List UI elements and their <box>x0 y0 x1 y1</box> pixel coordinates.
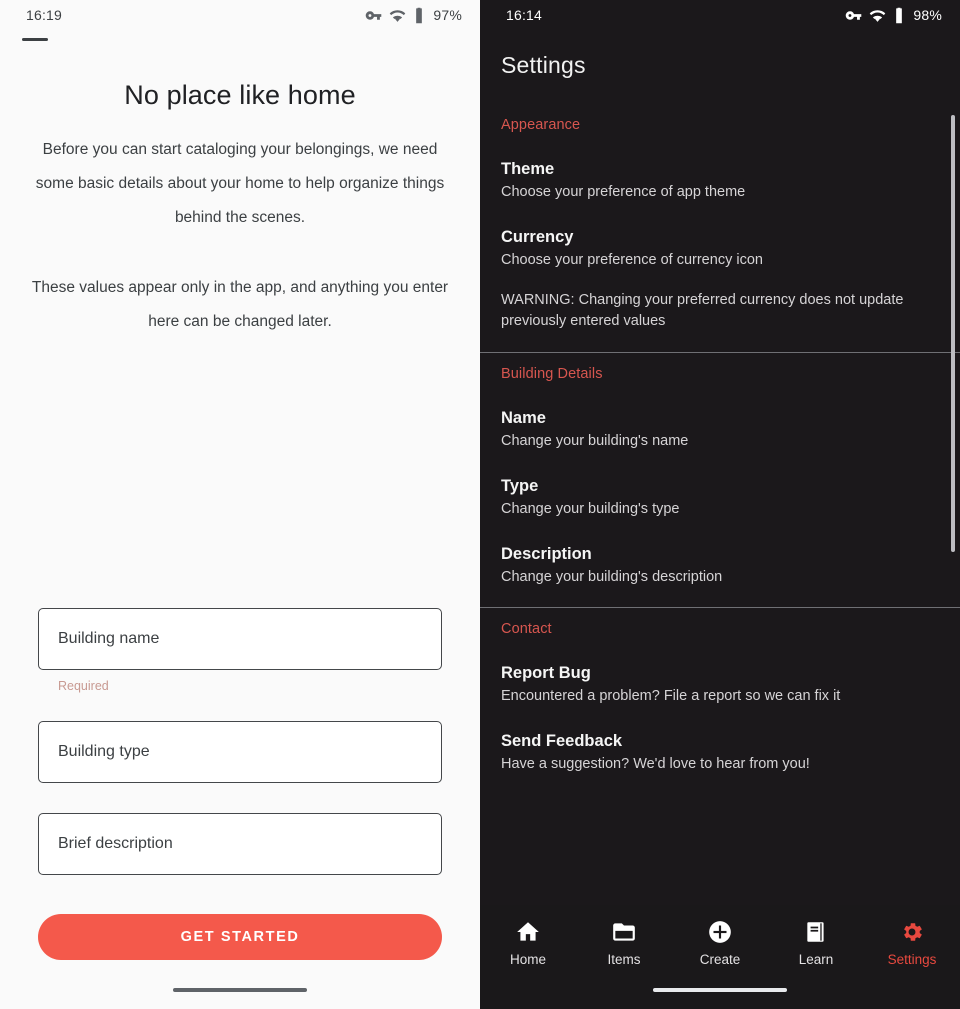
section-header-building-details: Building Details <box>501 366 603 382</box>
setting-desc-send-feedback: Have a suggestion? We'd love to hear fro… <box>501 756 810 772</box>
battery-icon <box>413 7 425 24</box>
wifi-icon <box>389 7 406 24</box>
setting-label-send-feedback: Send Feedback <box>501 732 623 750</box>
home-icon <box>515 919 541 945</box>
gesture-home-bar[interactable] <box>173 988 307 992</box>
gesture-home-bar[interactable] <box>653 988 787 992</box>
building-name-required-hint: Required <box>58 679 109 693</box>
folder-icon <box>611 919 637 945</box>
setting-row-report-bug[interactable]: Report Bug Encountered a problem? File a… <box>501 664 939 706</box>
status-bar-left: 16:19 97% <box>0 0 480 30</box>
section-header-appearance: Appearance <box>501 117 581 133</box>
battery-icon <box>893 7 905 24</box>
book-icon <box>803 919 829 945</box>
setting-desc-name: Change your building's name <box>501 433 689 449</box>
setting-row-name[interactable]: Name Change your building's name <box>501 409 939 451</box>
settings-title: Settings <box>501 52 586 78</box>
currency-warning-text: WARNING: Changing your preferred currenc… <box>501 292 904 329</box>
onboarding-screen: 16:19 97% No place like home Before you … <box>0 0 480 1009</box>
settings-list[interactable]: Appearance Theme Choose your preference … <box>480 103 960 905</box>
setting-row-type[interactable]: Type Change your building's type <box>501 477 939 519</box>
nav-item-learn[interactable]: Learn <box>768 919 864 967</box>
setting-label-report-bug: Report Bug <box>501 664 591 682</box>
setting-row-currency[interactable]: Currency Choose your preference of curre… <box>501 228 939 270</box>
settings-section-building-details: Building Details Name Change your buildi… <box>480 352 960 607</box>
status-bar-right: 16:14 98% <box>480 0 960 30</box>
settings-section-contact: Contact Report Bug Encountered a problem… <box>480 607 960 794</box>
settings-section-appearance: Appearance Theme Choose your preference … <box>480 103 960 352</box>
setting-row-description[interactable]: Description Change your building's descr… <box>501 545 939 587</box>
setting-label-name: Name <box>501 409 546 427</box>
get-started-button[interactable]: GET STARTED <box>38 914 442 960</box>
battery-percent: 98% <box>913 7 942 23</box>
nav-label-create: Create <box>699 952 741 967</box>
setting-desc-description: Change your building's description <box>501 569 723 585</box>
setting-row-theme[interactable]: Theme Choose your preference of app them… <box>501 160 939 202</box>
nav-label-learn: Learn <box>798 952 834 967</box>
building-type-placeholder: Building type <box>58 743 150 760</box>
settings-screen: 16:14 98% Settings Appearance Theme Choo… <box>480 0 960 1009</box>
bottom-navigation-bar: Home Items Create Learn Settings <box>480 905 960 1009</box>
status-clock: 16:19 <box>26 7 63 23</box>
intro-paragraph-1: Before you can start cataloging your bel… <box>35 141 445 226</box>
vpn-key-icon <box>845 7 862 24</box>
nav-item-home[interactable]: Home <box>480 919 576 967</box>
page-title: No place like home <box>124 80 356 110</box>
gear-icon <box>899 919 925 945</box>
nav-item-settings[interactable]: Settings <box>864 919 960 967</box>
setting-desc-type: Change your building's type <box>501 501 680 517</box>
building-name-input[interactable]: Building name <box>38 608 442 670</box>
section-header-contact: Contact <box>501 621 552 637</box>
onboarding-body: No place like home Before you can start … <box>0 30 480 1009</box>
setting-label-type: Type <box>501 477 539 495</box>
nav-label-settings: Settings <box>887 952 937 967</box>
nav-item-create[interactable]: Create <box>672 919 768 967</box>
settings-scrollbar[interactable] <box>951 103 955 905</box>
setting-label-theme: Theme <box>501 160 555 178</box>
vpn-key-icon <box>365 7 382 24</box>
nav-item-items[interactable]: Items <box>576 919 672 967</box>
building-type-input[interactable]: Building type <box>38 721 442 783</box>
nav-label-items: Items <box>607 952 641 967</box>
battery-percent: 97% <box>433 7 462 23</box>
setting-label-description: Description <box>501 545 592 563</box>
onboarding-form: Building name Required Building type Bri… <box>0 608 480 960</box>
setting-desc-currency: Choose your preference of currency icon <box>501 252 763 268</box>
wifi-icon <box>869 7 886 24</box>
status-clock: 16:14 <box>506 7 543 23</box>
nav-label-home: Home <box>509 952 546 967</box>
setting-label-currency: Currency <box>501 228 574 246</box>
dual-screenshot: 16:19 97% No place like home Before you … <box>0 0 960 1009</box>
setting-desc-report-bug: Encountered a problem? File a report so … <box>501 688 841 704</box>
building-name-placeholder: Building name <box>58 630 160 647</box>
setting-row-send-feedback[interactable]: Send Feedback Have a suggestion? We'd lo… <box>501 732 939 774</box>
plus-circle-icon <box>707 919 733 945</box>
description-placeholder: Brief description <box>58 835 173 852</box>
setting-desc-theme: Choose your preference of app theme <box>501 184 746 200</box>
description-input[interactable]: Brief description <box>38 813 442 875</box>
intro-paragraph-2: These values appear only in the app, and… <box>31 279 449 330</box>
scrollbar-thumb[interactable] <box>951 115 955 552</box>
